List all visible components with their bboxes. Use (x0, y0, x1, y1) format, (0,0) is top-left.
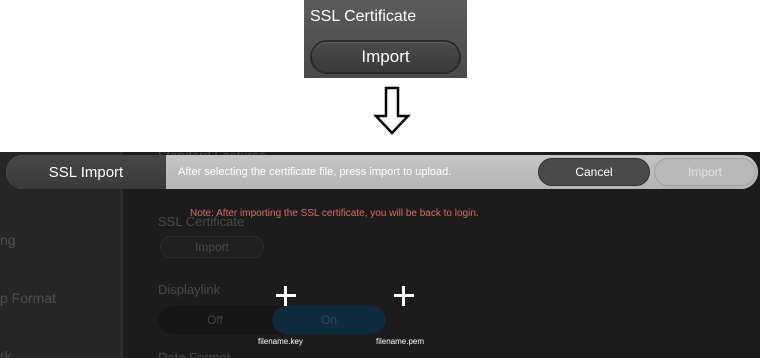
login-note: Note: After importing the SSL certificat… (190, 208, 479, 219)
date-format-label: Date Format (158, 350, 231, 358)
sidebar-item[interactable]: ng (0, 232, 16, 248)
toggle-off[interactable]: Off (158, 306, 272, 334)
add-key-file-icon[interactable] (276, 286, 296, 306)
toggle-on[interactable]: On (272, 306, 386, 334)
snippet-import-button[interactable]: Import (310, 40, 461, 74)
cancel-button[interactable]: Cancel (538, 158, 650, 186)
displaylink-toggle[interactable]: Off On (158, 306, 386, 334)
pem-file-label: filename.pem (376, 337, 425, 346)
sidebar-item[interactable]: rk (0, 348, 12, 358)
background-import-button[interactable]: Import (160, 236, 264, 258)
ssl-certificate-snippet: SSL Certificate Import (304, 0, 467, 78)
ssl-import-dialog: SSL Import After selecting the certifica… (6, 155, 758, 189)
sidebar-item[interactable]: p Format (0, 290, 56, 306)
import-button[interactable]: Import (654, 158, 756, 186)
add-pem-file-icon[interactable] (394, 286, 414, 306)
ssl-import-screen: ng p Format rk Standard Features SSL Cer… (0, 152, 760, 358)
displaylink-label: Displaylink (158, 282, 221, 297)
snippet-title: SSL Certificate (310, 8, 417, 25)
down-arrow-icon (373, 86, 411, 135)
key-file-label: filename.key (258, 337, 303, 346)
dialog-title: SSL Import (6, 155, 166, 189)
